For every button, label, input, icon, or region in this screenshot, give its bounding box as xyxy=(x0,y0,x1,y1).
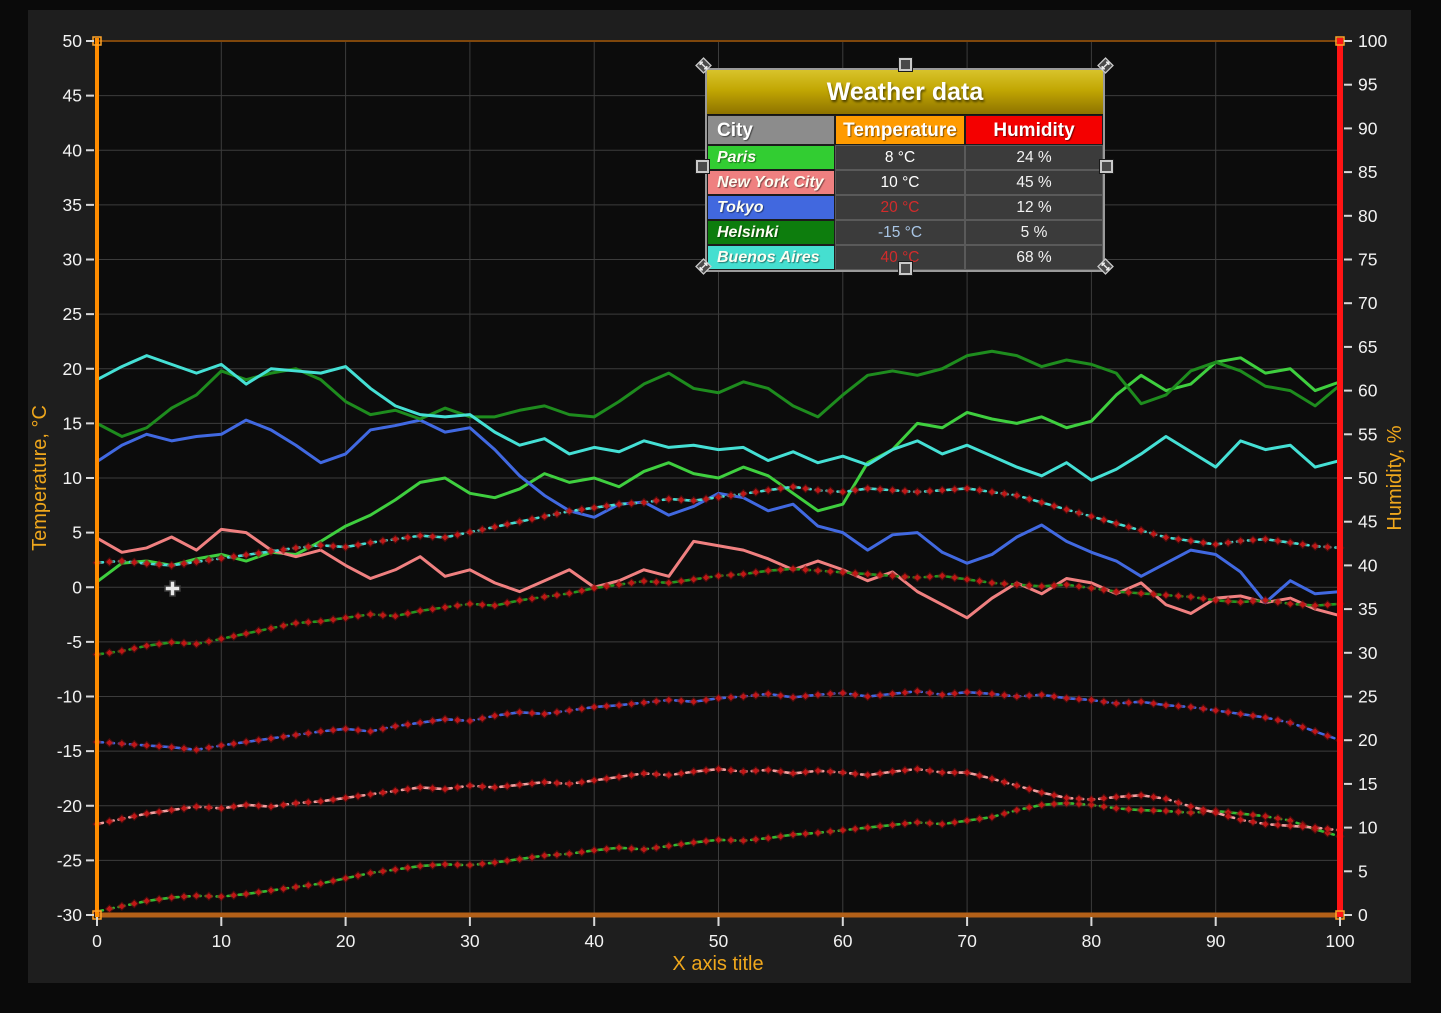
svg-text:30: 30 xyxy=(1358,643,1378,663)
svg-text:75: 75 xyxy=(1358,250,1377,270)
svg-text:20: 20 xyxy=(336,931,356,951)
svg-text:-15: -15 xyxy=(57,741,82,761)
svg-text:20: 20 xyxy=(1358,730,1378,750)
humidity-cell: 24 % xyxy=(965,145,1103,170)
svg-text:60: 60 xyxy=(833,931,853,951)
svg-text:5: 5 xyxy=(72,523,82,543)
svg-text:0: 0 xyxy=(92,931,102,951)
table-resize-handle-bottom-right[interactable] xyxy=(1097,258,1114,275)
table-resize-handle-bottom-left[interactable] xyxy=(695,258,712,275)
svg-text:0: 0 xyxy=(72,577,82,597)
weather-table-header: City Temperature Humidity xyxy=(707,115,1103,145)
humidity-cell: 5 % xyxy=(965,220,1103,245)
table-resize-handle-top-left[interactable] xyxy=(695,57,712,74)
svg-text:30: 30 xyxy=(63,250,83,270)
humidity-cell: 68 % xyxy=(965,245,1103,270)
weather-table-header-cell: Temperature xyxy=(835,115,965,145)
table-resize-handle-top-center[interactable] xyxy=(899,58,912,71)
table-title: Weather data xyxy=(707,70,1103,115)
svg-text:50: 50 xyxy=(709,931,729,951)
svg-text:40: 40 xyxy=(1358,555,1378,575)
weather-table-header-cell: Humidity xyxy=(965,115,1103,145)
city-cell: Tokyo xyxy=(707,195,835,220)
svg-text:-30: -30 xyxy=(57,905,83,925)
weather-data-table[interactable]: Weather data City Temperature Humidity P… xyxy=(705,68,1105,272)
city-cell: Paris xyxy=(707,145,835,170)
svg-text:80: 80 xyxy=(1358,206,1378,226)
city-cell: Helsinki xyxy=(707,220,835,245)
diagonal-resize-icon xyxy=(695,258,712,275)
diagonal-resize-icon xyxy=(1097,57,1114,74)
svg-text:45: 45 xyxy=(1358,512,1377,532)
weather-table-row: Tokyo 20 °C 12 % xyxy=(707,195,1103,220)
screenshot-root: 50454035302520151050-5-10-15-20-25-30100… xyxy=(0,0,1441,1013)
humidity-cell: 12 % xyxy=(965,195,1103,220)
svg-text:90: 90 xyxy=(1358,118,1378,138)
svg-text:10: 10 xyxy=(1358,818,1378,838)
svg-text:10: 10 xyxy=(63,468,83,488)
table-resize-handle-bottom-center[interactable] xyxy=(899,262,912,275)
table-resize-handle-mid-left[interactable] xyxy=(696,160,709,173)
weather-table-header-cell: City xyxy=(707,115,835,145)
temperature-cell: 20 °C xyxy=(835,195,965,220)
humidity-cell: 45 % xyxy=(965,170,1103,195)
weather-table-row: New York City 10 °C 45 % xyxy=(707,170,1103,195)
svg-text:-25: -25 xyxy=(57,850,82,870)
svg-text:35: 35 xyxy=(1358,599,1377,619)
weather-table-row: Helsinki -15 °C 5 % xyxy=(707,220,1103,245)
svg-text:80: 80 xyxy=(1082,931,1102,951)
svg-text:35: 35 xyxy=(63,195,82,215)
svg-text:30: 30 xyxy=(460,931,480,951)
city-cell: New York City xyxy=(707,170,835,195)
svg-text:40: 40 xyxy=(63,140,83,160)
diagonal-resize-icon xyxy=(1097,258,1114,275)
svg-text:-20: -20 xyxy=(57,796,83,816)
svg-text:60: 60 xyxy=(1358,381,1378,401)
svg-text:15: 15 xyxy=(63,413,82,433)
weather-table-row: Paris 8 °C 24 % xyxy=(707,145,1103,170)
svg-text:-10: -10 xyxy=(57,687,83,707)
y-axis-left-title: Temperature, °C xyxy=(27,328,53,628)
temperature-cell: 8 °C xyxy=(835,145,965,170)
svg-text:-5: -5 xyxy=(66,632,82,652)
svg-text:40: 40 xyxy=(584,931,604,951)
svg-text:20: 20 xyxy=(63,359,83,379)
svg-text:90: 90 xyxy=(1206,931,1226,951)
svg-text:15: 15 xyxy=(1358,774,1377,794)
y-axis-right-title: Humidity, % xyxy=(1382,328,1408,628)
svg-text:25: 25 xyxy=(1358,687,1377,707)
table-resize-handle-top-right[interactable] xyxy=(1097,57,1114,74)
svg-text:70: 70 xyxy=(1358,293,1378,313)
svg-text:25: 25 xyxy=(63,304,82,324)
svg-text:50: 50 xyxy=(63,31,83,51)
temperature-cell: -15 °C xyxy=(835,220,965,245)
svg-text:45: 45 xyxy=(63,86,82,106)
svg-text:100: 100 xyxy=(1325,931,1354,951)
svg-text:70: 70 xyxy=(957,931,977,951)
temperature-cell: 10 °C xyxy=(835,170,965,195)
svg-text:65: 65 xyxy=(1358,337,1377,357)
move-cursor-icon xyxy=(164,580,181,602)
svg-text:55: 55 xyxy=(1358,424,1377,444)
svg-text:5: 5 xyxy=(1358,861,1368,881)
diagonal-resize-icon xyxy=(695,57,712,74)
svg-text:85: 85 xyxy=(1358,162,1377,182)
city-cell: Buenos Aires xyxy=(707,245,835,270)
svg-text:10: 10 xyxy=(212,931,232,951)
svg-text:100: 100 xyxy=(1358,31,1387,51)
svg-text:0: 0 xyxy=(1358,905,1368,925)
svg-text:50: 50 xyxy=(1358,468,1378,488)
svg-text:95: 95 xyxy=(1358,75,1377,95)
table-resize-handle-mid-right[interactable] xyxy=(1100,160,1113,173)
x-axis-title: X axis title xyxy=(568,951,868,977)
